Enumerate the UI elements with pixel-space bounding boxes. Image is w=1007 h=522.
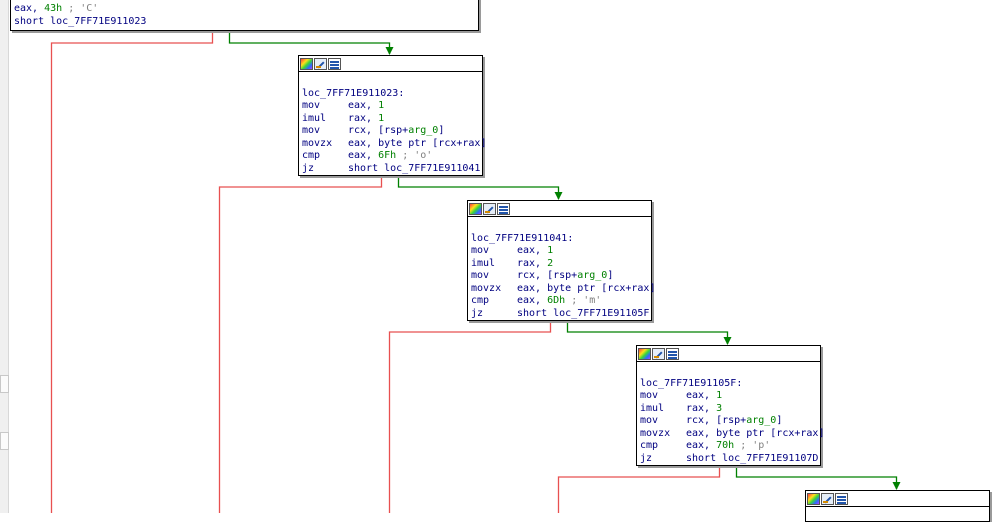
color-picker-icon[interactable] xyxy=(300,57,313,70)
instruction-line[interactable]: imul rax, 1 xyxy=(302,113,480,126)
color-picker-icon[interactable] xyxy=(638,347,651,360)
instruction-line[interactable]: eax, 43h ; 'C' xyxy=(14,3,476,16)
instruction-line[interactable]: movzx eax, byte ptr [rcx+rax] xyxy=(302,138,486,151)
edit-node-icon[interactable] xyxy=(652,347,665,360)
code-block-loc-7ff71e911041[interactable]: loc_7FF71E911041: mov eax, 1 imul rax, 2 m… xyxy=(467,200,655,321)
block-label[interactable]: loc_7FF71E911041: xyxy=(471,233,649,246)
instruction-line[interactable]: imul rax, 3 xyxy=(640,403,818,416)
instruction-line[interactable]: mov eax, 1 xyxy=(302,100,480,113)
instruction-line[interactable]: movzx eax, byte ptr [rcx+rax] xyxy=(471,283,655,296)
code-block-top[interactable]: eax, 43h ; 'C' short loc_7FF71E911023 xyxy=(10,0,479,31)
true-edge xyxy=(735,465,901,490)
false-edge xyxy=(557,465,721,513)
instruction-line[interactable]: movzx eax, byte ptr [rcx+rax] xyxy=(640,428,824,441)
code-block-next[interactable] xyxy=(805,490,990,522)
node-titlebar[interactable] xyxy=(806,491,989,507)
instruction-line[interactable]: jz short loc_7FF71E91105F xyxy=(471,308,649,321)
instruction-line[interactable]: mov rcx, [rsp+arg_0] xyxy=(302,125,480,138)
instruction-line[interactable]: mov rcx, [rsp+arg_0] xyxy=(640,415,818,428)
instruction-line[interactable]: mov eax, 1 xyxy=(471,245,649,258)
instruction-line[interactable]: mov eax, 1 xyxy=(640,390,818,403)
block-label[interactable]: loc_7FF71E91105F: xyxy=(640,378,818,391)
true-edge xyxy=(397,175,563,200)
color-picker-icon[interactable] xyxy=(469,202,482,215)
false-edge xyxy=(218,175,383,513)
edit-node-icon[interactable] xyxy=(314,57,327,70)
false-edge xyxy=(388,320,552,513)
instruction-line[interactable]: jz short loc_7FF71E91107D xyxy=(640,453,818,466)
instruction-line[interactable]: cmp eax, 6Dh ; 'm' xyxy=(471,295,649,308)
edit-node-icon[interactable] xyxy=(821,492,834,505)
instruction-line[interactable]: mov rcx, [rsp+arg_0] xyxy=(471,270,649,283)
graph-node-icon[interactable] xyxy=(835,492,848,505)
node-titlebar[interactable] xyxy=(299,56,482,72)
color-picker-icon[interactable] xyxy=(807,492,820,505)
graph-node-icon[interactable] xyxy=(328,57,341,70)
instruction-line[interactable]: cmp eax, 70h ; 'p' xyxy=(640,440,818,453)
graph-node-icon[interactable] xyxy=(666,347,679,360)
code-block-loc-7ff71e91105f[interactable]: loc_7FF71E91105F: mov eax, 1 imul rax, 3 m… xyxy=(636,345,824,466)
instruction-line[interactable]: jz short loc_7FF71E911041 xyxy=(302,163,480,176)
node-titlebar[interactable] xyxy=(637,346,820,362)
instruction-line[interactable]: short loc_7FF71E911023 xyxy=(14,16,476,29)
node-titlebar[interactable] xyxy=(468,201,651,217)
true-edge xyxy=(228,30,394,55)
instruction-line[interactable]: cmp eax, 6Fh ; 'o' xyxy=(302,150,480,163)
false-edge xyxy=(50,30,214,513)
graph-node-icon[interactable] xyxy=(497,202,510,215)
block-label[interactable]: loc_7FF71E911023: xyxy=(302,88,480,101)
instruction-line[interactable]: imul rax, 2 xyxy=(471,258,649,271)
code-block-loc-7ff71e911023[interactable]: loc_7FF71E911023: mov eax, 1 imul rax, 1 m… xyxy=(298,55,486,176)
true-edge xyxy=(566,320,732,345)
edit-node-icon[interactable] xyxy=(483,202,496,215)
